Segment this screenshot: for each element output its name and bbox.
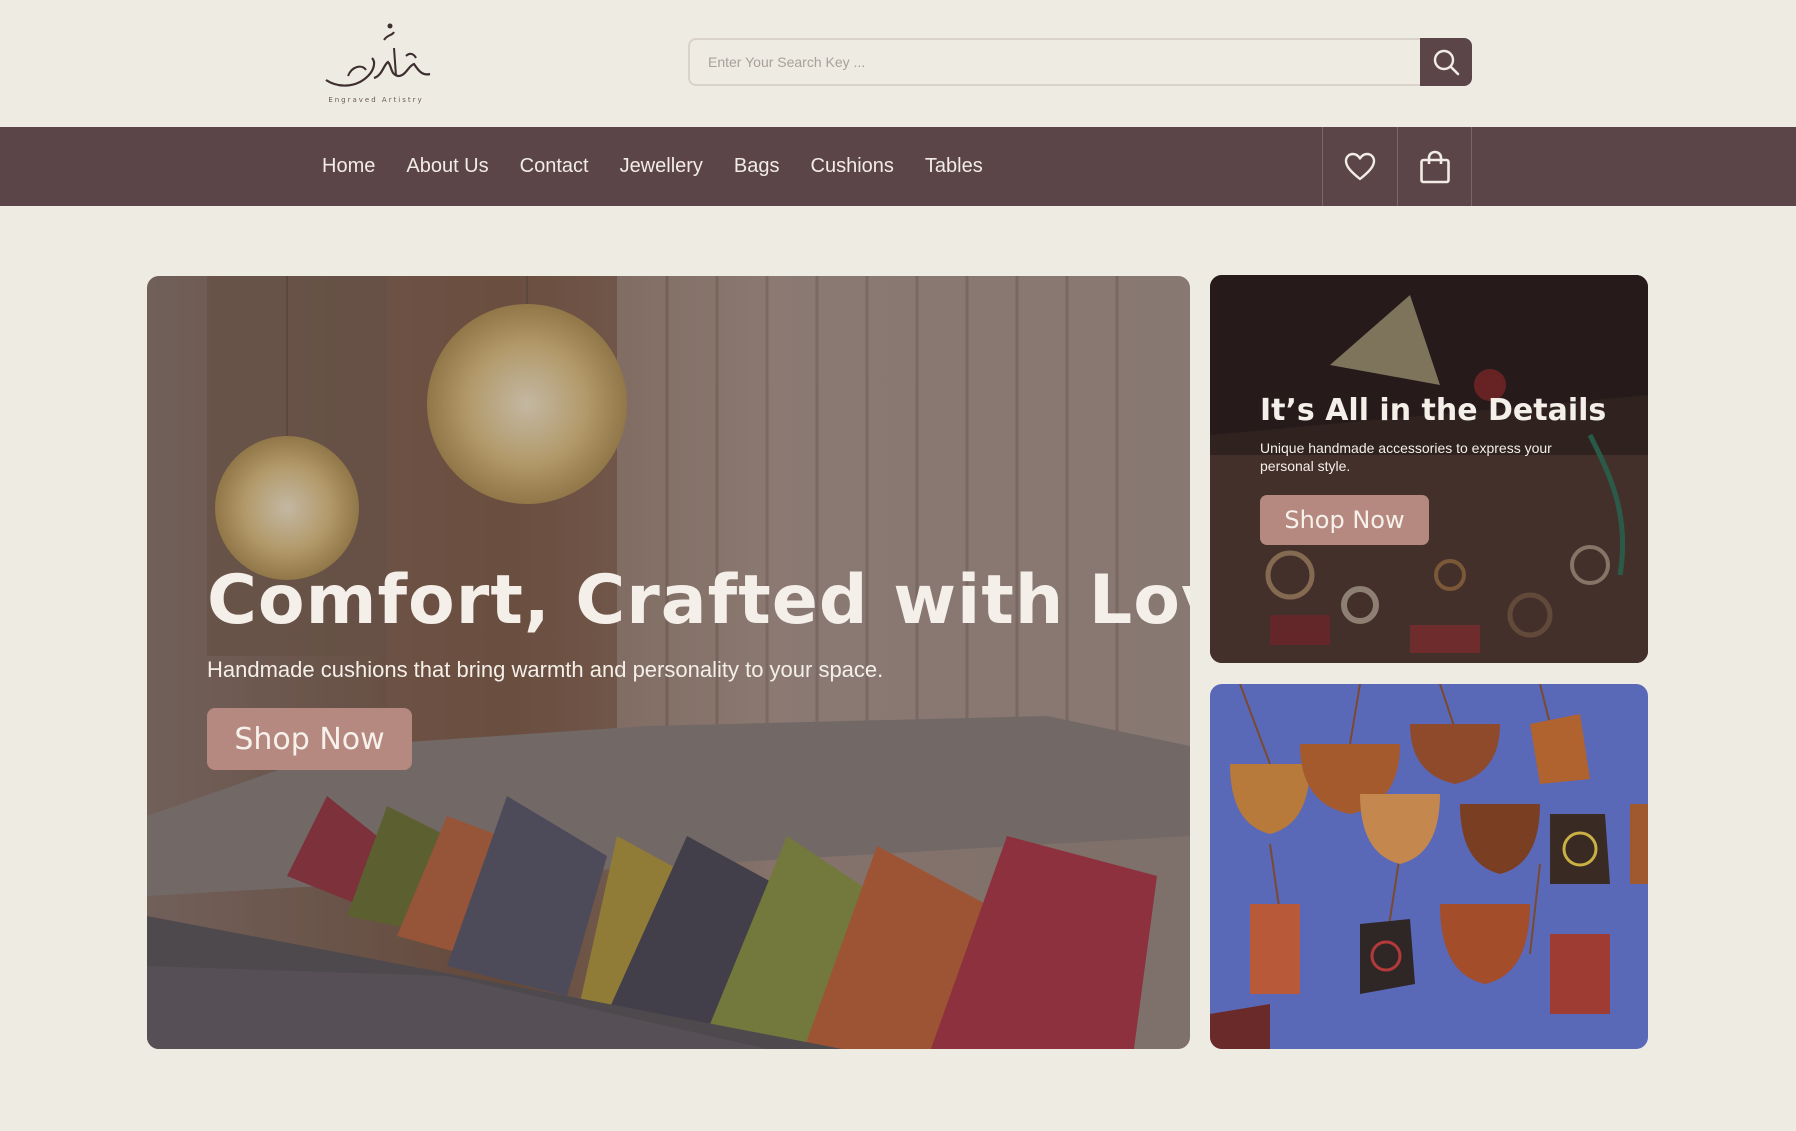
hero-shop-now-button[interactable]: Shop Now bbox=[207, 708, 412, 770]
promo-card-bags[interactable] bbox=[1210, 684, 1648, 1049]
svg-text:Engraved Artistry: Engraved Artistry bbox=[328, 96, 423, 104]
search-icon bbox=[1433, 49, 1460, 76]
cart-button[interactable] bbox=[1397, 127, 1472, 206]
jewellery-card-subtitle: Unique handmade accessories to express y… bbox=[1260, 440, 1552, 474]
main-nav: Home About Us Contact Jewellery Bags Cus… bbox=[0, 127, 1796, 206]
jewellery-card-title: It’s All in the Details bbox=[1260, 393, 1607, 428]
search-button[interactable] bbox=[1420, 38, 1472, 86]
leather-bags-image bbox=[1210, 684, 1648, 1049]
shopping-bag-icon bbox=[1419, 150, 1450, 183]
site-header: Engraved Artistry bbox=[0, 0, 1796, 127]
nav-links: Home About Us Contact Jewellery Bags Cus… bbox=[322, 127, 1014, 206]
hero-banner-cushions: Comfort, Crafted with Love Handmade cush… bbox=[147, 276, 1190, 1049]
heart-icon bbox=[1344, 152, 1376, 180]
search-input[interactable] bbox=[688, 38, 1422, 86]
nav-link-tables[interactable]: Tables bbox=[925, 155, 983, 178]
jewellery-shop-now-button[interactable]: Shop Now bbox=[1260, 495, 1429, 545]
promo-card-jewellery: It’s All in the Details Unique handmade … bbox=[1210, 275, 1648, 663]
hero-subtitle: Handmade cushions that bring warmth and … bbox=[207, 657, 884, 682]
nav-link-home[interactable]: Home bbox=[322, 155, 375, 178]
nav-link-about-us[interactable]: About Us bbox=[406, 155, 488, 178]
nav-link-bags[interactable]: Bags bbox=[734, 155, 780, 178]
nav-link-cushions[interactable]: Cushions bbox=[811, 155, 894, 178]
nav-link-jewellery[interactable]: Jewellery bbox=[620, 155, 703, 178]
wishlist-button[interactable] bbox=[1322, 127, 1397, 206]
hero-title: Comfort, Crafted with Love bbox=[207, 561, 1190, 640]
logo-calligraphy-icon: Engraved Artistry bbox=[325, 23, 431, 104]
nav-link-contact[interactable]: Contact bbox=[520, 155, 589, 178]
search-bar bbox=[688, 38, 1472, 86]
brand-logo[interactable]: Engraved Artistry bbox=[318, 18, 434, 106]
